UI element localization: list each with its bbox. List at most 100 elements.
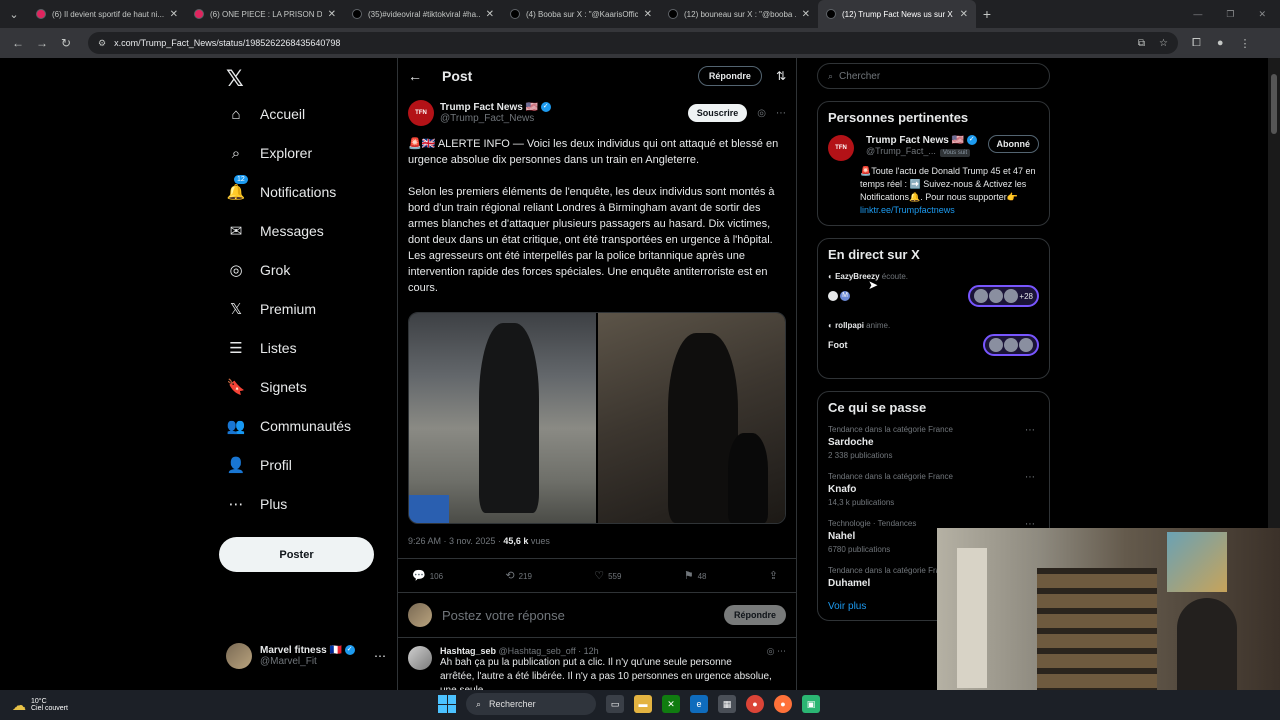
author-avatar[interactable]: TFN (408, 100, 434, 126)
share-action[interactable]: ⇪ (769, 569, 782, 582)
browser-tab[interactable]: (6) Il devient sportif de haut ni... ✕ (28, 0, 186, 28)
nav-item-plus[interactable]: ⋯ Plus (226, 494, 288, 514)
author-name[interactable]: Trump Fact News 🇺🇸 ✓ (440, 102, 551, 113)
menu-kebab-icon[interactable]: ⋮ (1239, 37, 1250, 50)
like-action[interactable]: ♡ 559 (594, 569, 621, 582)
bio-link[interactable]: linktr.ee/Trumpfactnews (860, 205, 955, 215)
bookmark-action[interactable]: ⚑ 48 (684, 569, 707, 582)
tab-title: (35)#videoviral #tiktokviral #ha... (368, 9, 480, 19)
close-window-icon[interactable]: ✕ (1258, 9, 1266, 20)
new-tab-button[interactable]: + (976, 0, 998, 28)
filter-icon[interactable]: ⇅ (776, 69, 786, 83)
reply-tweet[interactable]: Hashtag_seb @Hashtag_seb_off · 12h ◎ ⋯ A… (398, 638, 796, 690)
windows-start-icon[interactable] (438, 695, 456, 713)
xbox-icon[interactable]: ✕ (662, 695, 680, 713)
install-app-icon[interactable]: ⧉ (1138, 38, 1145, 49)
taskbar-search[interactable]: ⌕ Rechercher (466, 693, 596, 715)
more-icon[interactable]: ⋯ (374, 649, 386, 663)
avatar[interactable] (408, 646, 432, 670)
x-premium-icon: 𝕏 (229, 301, 243, 318)
subscribe-button[interactable]: Souscrire (687, 104, 748, 122)
close-tab-icon[interactable]: ✕ (486, 9, 494, 20)
browser-tab[interactable]: (12) bouneau sur X : "@booba ... ✕ (660, 0, 818, 28)
more-icon[interactable]: ⋯ (1025, 472, 1035, 483)
close-tab-icon[interactable]: ✕ (644, 9, 652, 20)
tab-search-icon[interactable]: ⌄ (0, 0, 28, 28)
nav-item-explorer[interactable]: ⌕ Explorer (226, 143, 312, 163)
space-item[interactable]: ◐ EazyBreezy écoute. M +28 (828, 272, 1039, 307)
trend-item[interactable]: Tendance dans la catégorie France Sardoch… (828, 425, 1039, 460)
reply-input[interactable]: Postez votre réponse (442, 608, 565, 623)
x-logo-icon[interactable]: 𝕏 (226, 66, 244, 92)
tweet-timestamp[interactable]: 9:26 AM · 3 nov. 2025 · (408, 536, 503, 546)
back-arrow-icon[interactable]: ← (6, 31, 30, 55)
browser-tab[interactable]: (12) Trump Fact News us sur X ... ✕ (818, 0, 976, 28)
edge-icon[interactable]: e (690, 695, 708, 713)
reply-author-handle[interactable]: @Hashtag_seb_off · 12h (499, 646, 599, 656)
person-name[interactable]: Trump Fact News 🇺🇸 ✓ (866, 135, 988, 146)
file-explorer-icon[interactable]: ▬ (634, 695, 652, 713)
nav-item-accueil[interactable]: ⌂ Accueil (226, 104, 305, 124)
forward-arrow-icon[interactable]: → (30, 31, 54, 55)
nav-item-communautés[interactable]: 👥 Communautés (226, 416, 351, 436)
reply-action[interactable]: 💬 106 (412, 569, 443, 582)
maximize-icon[interactable]: ❐ (1226, 9, 1234, 20)
listeners-stack[interactable] (983, 334, 1039, 356)
account-switcher[interactable]: Marvel fitness 🇫🇷 ✓ @Marvel_Fit ⋯ (226, 643, 386, 669)
listener-avatar (989, 289, 1004, 303)
post-button[interactable]: Poster (219, 537, 374, 572)
close-tab-icon[interactable]: ✕ (960, 9, 968, 20)
relevant-person[interactable]: TFN Trump Fact News 🇺🇸 ✓ @Trump_Fact_...… (828, 135, 1039, 161)
weather-widget[interactable]: ☁ 10°C Ciel couvert (0, 697, 68, 714)
search-input[interactable]: ⌕ Chercher (817, 63, 1050, 89)
reply-author-name[interactable]: Hashtag_seb (440, 646, 496, 656)
reload-icon[interactable]: ↻ (54, 31, 78, 55)
person-avatar[interactable]: TFN (828, 135, 854, 161)
store-icon[interactable]: ▦ (718, 695, 736, 713)
reply-button[interactable]: Répondre (723, 605, 786, 625)
nav-item-notifications[interactable]: 🔔 12 Notifications (226, 175, 336, 202)
repost-action[interactable]: ⟲ 219 (505, 569, 532, 582)
nav-item-listes[interactable]: ☰ Listes (226, 338, 297, 358)
verified-icon: ✓ (966, 135, 977, 146)
tweet-media[interactable] (408, 312, 786, 524)
close-tab-icon[interactable]: ✕ (802, 9, 810, 20)
scrollbar-thumb[interactable] (1271, 74, 1277, 134)
more-icon[interactable]: ⋯ (1025, 425, 1035, 436)
chrome-icon[interactable]: ● (746, 695, 764, 713)
listener-avatar (989, 338, 1003, 352)
firefox-icon[interactable]: ● (774, 695, 792, 713)
trend-item[interactable]: Tendance dans la catégorie France Knafo 14… (828, 472, 1039, 507)
nav-item-messages[interactable]: ✉ Messages (226, 221, 324, 241)
browser-tab[interactable]: (4) Booba sur X : "@KaarisOffic... ✕ (502, 0, 660, 28)
author-handle[interactable]: @Trump_Fact_News (440, 113, 551, 124)
nav-item-premium[interactable]: 𝕏 Premium (226, 299, 316, 319)
media-image-2[interactable] (598, 313, 785, 523)
close-tab-icon[interactable]: ✕ (328, 9, 336, 20)
listeners-stack[interactable]: +28 (968, 285, 1039, 307)
nav-item-signets[interactable]: 🔖 Signets (226, 377, 307, 397)
url-field[interactable]: ⚙ x.com/Trump_Fact_News/status/198526226… (88, 32, 1178, 54)
following-button[interactable]: Abonné (987, 135, 1039, 153)
site-info-icon[interactable]: ⚙ (98, 38, 106, 49)
reply-top-button[interactable]: Répondre (697, 66, 762, 86)
task-view-icon[interactable]: ▭ (606, 695, 624, 713)
browser-tab[interactable]: (35)#videoviral #tiktokviral #ha... ✕ (344, 0, 502, 28)
nav-item-profil[interactable]: 👤 Profil (226, 455, 292, 475)
space-item[interactable]: ◐ rollpapi anime. Foot (828, 321, 1039, 356)
tiktok-icon (352, 9, 362, 19)
grok-icon[interactable]: ◎ (757, 108, 766, 119)
close-tab-icon[interactable]: ✕ (170, 9, 178, 20)
bookmark-star-icon[interactable]: ☆ (1159, 38, 1168, 49)
minimize-icon[interactable]: — (1193, 9, 1202, 20)
more-icon[interactable]: ⋯ (776, 108, 786, 119)
nav-item-grok[interactable]: ◎ Grok (226, 260, 290, 280)
app-icon[interactable]: ▣ (802, 695, 820, 713)
media-image-1[interactable] (409, 313, 596, 523)
browser-tab[interactable]: (6) ONE PIECE : LA PRISON D'E... ✕ (186, 0, 344, 28)
profile-icon[interactable]: ● (1217, 37, 1224, 50)
extensions-icon[interactable]: ⧠ (1192, 37, 1201, 50)
more-icon[interactable]: ◎ ⋯ (767, 646, 786, 657)
nav-item-label: Listes (260, 340, 297, 356)
back-icon[interactable]: ← (408, 68, 422, 84)
